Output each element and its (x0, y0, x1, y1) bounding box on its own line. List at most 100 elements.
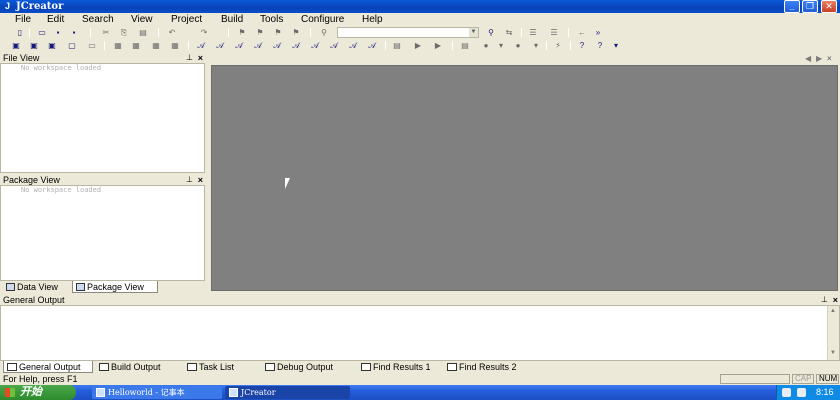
workspace-icon[interactable]: ▣ (10, 40, 22, 51)
find-in-files-icon[interactable]: ⚲ (485, 27, 497, 38)
window-icon[interactable]: ▦ (150, 40, 162, 51)
toolbar-overflow-icon[interactable]: ▾ (610, 40, 622, 51)
title-bar[interactable]: J JCreator _ ❐ ✕ (0, 0, 840, 13)
menu-tools[interactable]: Tools (260, 13, 283, 26)
tray-network-icon[interactable] (782, 388, 791, 397)
menu-view[interactable]: View (131, 13, 153, 26)
build-icon[interactable]: 𝒜 (271, 40, 283, 51)
build-icon[interactable]: 𝒜 (290, 40, 302, 51)
back-icon[interactable]: ← (576, 27, 588, 38)
pin-icon[interactable]: ⊥ (186, 175, 193, 185)
new-file-icon[interactable]: ▯ (14, 27, 26, 38)
outdent-icon[interactable]: ☰ (548, 27, 560, 38)
window-icon[interactable]: ▦ (169, 40, 181, 51)
editor-area[interactable] (211, 65, 838, 291)
run-icon[interactable]: ▶ (432, 40, 444, 51)
menu-search[interactable]: Search (82, 13, 114, 26)
help-icon[interactable]: ? (576, 40, 588, 51)
tab-debug-output[interactable]: Debug Output (262, 361, 354, 373)
step-over-icon[interactable]: ● (512, 40, 524, 51)
copy-icon[interactable]: ⎘ (118, 27, 130, 38)
tab-find-results-2[interactable]: Find Results 2 (444, 361, 528, 373)
save-icon[interactable]: ▪ (52, 27, 64, 38)
close-icon[interactable]: × (833, 295, 838, 305)
output-scrollbar[interactable]: ▲ ▼ (827, 306, 839, 360)
restore-icon[interactable]: ❐ (802, 0, 818, 13)
compile-icon[interactable]: ▤ (391, 40, 403, 51)
build-icon[interactable]: 𝒜 (309, 40, 321, 51)
replace-icon[interactable]: ⇆ (503, 27, 515, 38)
next-bookmark-icon[interactable]: ⚑ (254, 27, 266, 38)
menu-edit[interactable]: Edit (47, 13, 64, 26)
menu-help[interactable]: Help (362, 13, 383, 26)
tab-task-list[interactable]: Task List (184, 361, 260, 373)
close-icon[interactable]: × (198, 175, 203, 185)
window-icon[interactable]: ▦ (112, 40, 124, 51)
window-title: JCreator (16, 1, 64, 12)
tab-general-output[interactable]: General Output (3, 361, 93, 373)
nav-left-icon[interactable]: ◀ (805, 53, 811, 65)
output-icon (7, 363, 17, 371)
cut-icon[interactable]: ✂ (100, 27, 112, 38)
build-icon[interactable]: 𝒜 (195, 40, 207, 51)
clock[interactable]: 8:16 (816, 385, 834, 400)
menu-configure[interactable]: Configure (301, 13, 344, 26)
toolbar-separator (228, 28, 229, 37)
scroll-down-icon[interactable]: ▼ (830, 350, 836, 356)
build-icon[interactable]: 𝒜 (252, 40, 264, 51)
window-icon[interactable]: ▦ (130, 40, 142, 51)
redo-icon[interactable]: ↷ (198, 27, 210, 38)
menu-project[interactable]: Project (171, 13, 202, 26)
output-panel[interactable]: ▲ ▼ (0, 305, 840, 361)
tab-package-view[interactable]: Package View (72, 281, 158, 293)
execute-icon[interactable]: ▶ (412, 40, 424, 51)
close-icon[interactable]: × (198, 53, 203, 63)
build-icon[interactable]: 𝒜 (214, 40, 226, 51)
taskbar-item-jcreator[interactable]: JCreator (225, 386, 350, 399)
clear-bookmarks-icon[interactable]: ⚑ (290, 27, 302, 38)
build-icon[interactable]: 𝒜 (328, 40, 340, 51)
file-view-panel[interactable]: No workspace loaded (0, 63, 205, 173)
output-view-icon[interactable]: ▢ (66, 40, 78, 51)
debug-icon[interactable]: ▤ (459, 40, 471, 51)
save-all-icon[interactable]: ▪ (68, 27, 80, 38)
find-combo[interactable]: ▼ (337, 27, 479, 38)
chevron-down-icon[interactable]: ▾ (495, 40, 507, 51)
prev-bookmark-icon[interactable]: ⚑ (272, 27, 284, 38)
build-icon[interactable]: 𝒜 (233, 40, 245, 51)
toggle-bookmark-icon[interactable]: ⚑ (236, 27, 248, 38)
scroll-up-icon[interactable]: ▲ (830, 308, 836, 314)
fullscreen-icon[interactable]: ▭ (86, 40, 98, 51)
paste-icon[interactable]: ▤ (137, 27, 149, 38)
tab-find-results-1[interactable]: Find Results 1 (358, 361, 442, 373)
taskbar-item-notepad[interactable]: Helloworld - 记事本 (92, 386, 222, 399)
tray-volume-icon[interactable] (797, 388, 806, 397)
build-icon[interactable]: 𝒜 (347, 40, 359, 51)
close-icon[interactable]: ✕ (821, 0, 837, 13)
package-view-icon[interactable]: ▣ (46, 40, 58, 51)
tab-build-output[interactable]: Build Output (96, 361, 182, 373)
indent-icon[interactable]: ☰ (527, 27, 539, 38)
package-view-panel[interactable]: No workspace loaded (0, 185, 205, 281)
open-icon[interactable]: ▭ (36, 27, 48, 38)
context-help-icon[interactable]: ? (594, 40, 606, 51)
build-icon[interactable]: 𝒜 (366, 40, 378, 51)
pin-icon[interactable]: ⊥ (821, 295, 828, 305)
menu-build[interactable]: Build (221, 13, 243, 26)
undo-icon[interactable]: ↶ (166, 27, 178, 38)
chevron-down-icon[interactable]: ▾ (530, 40, 542, 51)
tab-data-view[interactable]: Data View (3, 281, 71, 293)
minimize-icon[interactable]: _ (784, 0, 800, 13)
find-icon[interactable]: ⚲ (318, 27, 330, 38)
file-view-icon[interactable]: ▣ (28, 40, 40, 51)
chevron-down-icon[interactable]: ▼ (469, 28, 478, 37)
pin-icon[interactable]: ⊥ (186, 53, 193, 63)
close-icon[interactable]: × (827, 53, 832, 65)
menu-file[interactable]: File (15, 13, 31, 26)
toolbar-overflow-icon[interactable]: » (592, 27, 604, 38)
breakpoint-icon[interactable]: ⚡ (552, 40, 564, 51)
nav-right-icon[interactable]: ▶ (816, 53, 822, 65)
start-button[interactable]: 开始 (0, 385, 76, 400)
step-icon[interactable]: ● (480, 40, 492, 51)
package-view-empty-text: No workspace loaded (21, 186, 102, 194)
